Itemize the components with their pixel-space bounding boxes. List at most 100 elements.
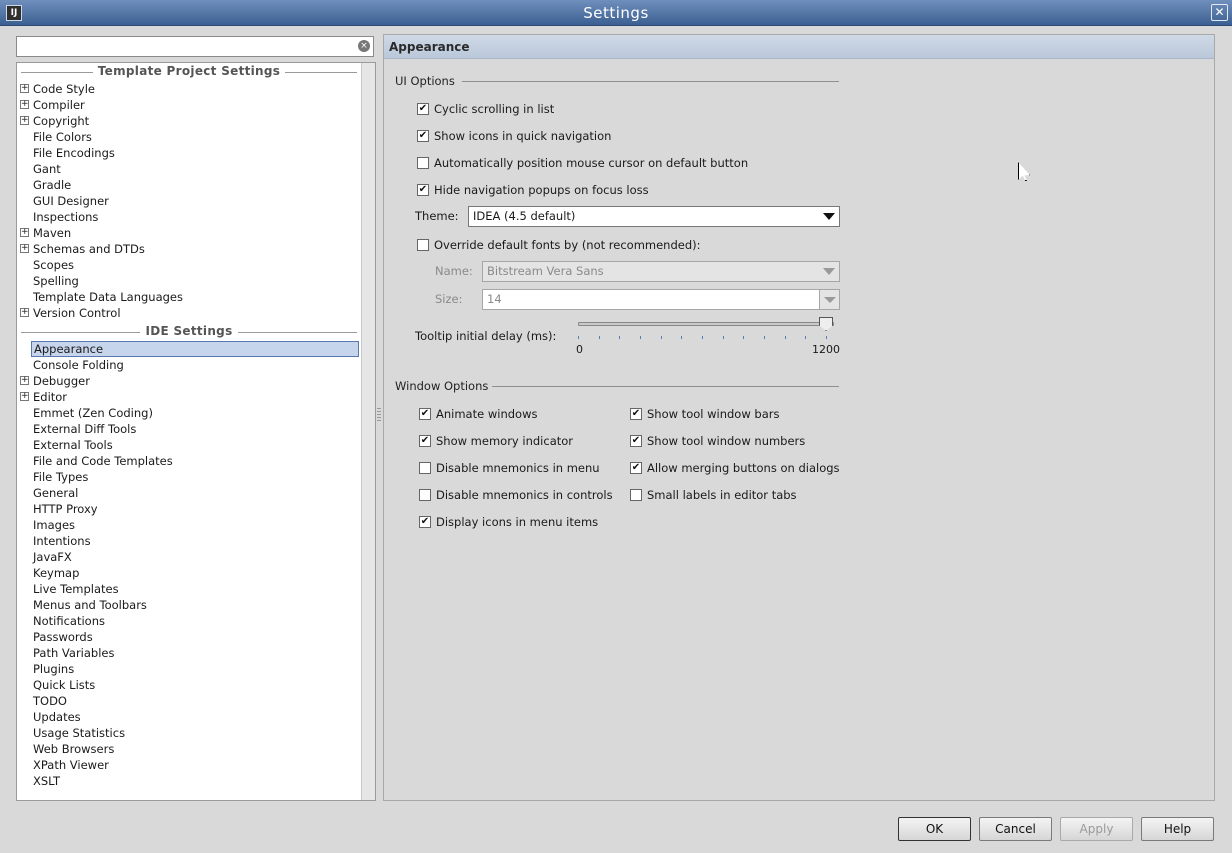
tree-item-appearance[interactable]: Appearance	[31, 341, 359, 357]
checkbox-box[interactable]	[419, 462, 431, 474]
checkbox-box[interactable]: ✔	[630, 408, 642, 420]
checkbox-box[interactable]	[417, 239, 429, 251]
tree-item-template-data-languages[interactable]: Template Data Languages	[31, 289, 187, 305]
tree-item-file-and-code-templates[interactable]: File and Code Templates	[31, 453, 177, 469]
tree-item-path-variables[interactable]: Path Variables	[31, 645, 118, 661]
checkbox-box[interactable]: ✔	[630, 462, 642, 474]
splitter-handle[interactable]	[377, 408, 381, 422]
tree-item-general[interactable]: General	[31, 485, 82, 501]
title-bar[interactable]: IJ Settings ✕	[0, 0, 1232, 26]
font-size-dropdown-button[interactable]	[819, 289, 840, 310]
font-name-dropdown[interactable]: Bitstream Vera Sans	[482, 261, 840, 282]
tree-item-usage-statistics[interactable]: Usage Statistics	[31, 725, 129, 741]
expand-plus-icon[interactable]: +	[20, 392, 29, 401]
cancel-button[interactable]: Cancel	[979, 817, 1052, 841]
tree-item-file-encodings[interactable]: File Encodings	[31, 145, 119, 161]
theme-label: Theme:	[415, 209, 459, 223]
tree-item-intentions[interactable]: Intentions	[31, 533, 95, 549]
slider-tick	[743, 336, 744, 339]
tree-item-javafx[interactable]: JavaFX	[31, 549, 76, 565]
tree-item-debugger[interactable]: Debugger	[31, 373, 94, 389]
tree-item-editor[interactable]: Editor	[31, 389, 71, 405]
tooltip-delay-label: Tooltip initial delay (ms):	[415, 329, 557, 343]
tree-item-maven[interactable]: Maven	[31, 225, 75, 241]
settings-search-input[interactable]	[19, 37, 349, 56]
tree-item-external-tools[interactable]: External Tools	[31, 437, 117, 453]
slider-tick	[723, 336, 724, 339]
tree-item-scopes[interactable]: Scopes	[31, 257, 78, 273]
tree-item-xpath-viewer[interactable]: XPath Viewer	[31, 757, 113, 773]
font-name-value: Bitstream Vera Sans	[487, 264, 604, 278]
tree-item-http-proxy[interactable]: HTTP Proxy	[31, 501, 102, 517]
checkbox-box[interactable]: ✔	[419, 435, 431, 447]
slider-tick	[681, 336, 682, 339]
checkbox-box[interactable]	[419, 489, 431, 501]
tree-item-file-colors[interactable]: File Colors	[31, 129, 96, 145]
tree-item-updates[interactable]: Updates	[31, 709, 85, 725]
checkbox-box[interactable]	[417, 157, 429, 169]
tree-item-plugins[interactable]: Plugins	[31, 661, 78, 677]
tree-item-copyright[interactable]: Copyright	[31, 113, 93, 129]
tree-item-console-folding[interactable]: Console Folding	[31, 357, 128, 373]
tree-item-todo[interactable]: TODO	[31, 693, 71, 709]
expand-plus-icon[interactable]: +	[20, 84, 29, 93]
tree-item-quick-lists[interactable]: Quick Lists	[31, 677, 99, 693]
expand-plus-icon[interactable]: +	[20, 308, 29, 317]
slider-tick	[826, 336, 827, 339]
checkbox-box[interactable]: ✔	[419, 408, 431, 420]
tree-item-gant[interactable]: Gant	[31, 161, 65, 177]
checkbox-box[interactable]: ✔	[630, 435, 642, 447]
expand-plus-icon[interactable]: +	[20, 116, 29, 125]
chevron-down-icon	[823, 268, 835, 275]
chevron-down-icon	[823, 213, 835, 220]
theme-selected-value: IDEA (4.5 default)	[473, 209, 576, 223]
expand-plus-icon[interactable]: +	[20, 228, 29, 237]
tree-item-web-browsers[interactable]: Web Browsers	[31, 741, 118, 757]
tree-item-file-types[interactable]: File Types	[31, 469, 92, 485]
tree-item-gui-designer[interactable]: GUI Designer	[31, 193, 113, 209]
tree-item-notifications[interactable]: Notifications	[31, 613, 109, 629]
tree-item-images[interactable]: Images	[31, 517, 79, 533]
tree-item-schemas-and-dtds[interactable]: Schemas and DTDs	[31, 241, 149, 257]
window-options-group-title: Window Options	[395, 379, 489, 393]
tree-item-passwords[interactable]: Passwords	[31, 629, 97, 645]
slider-tick	[640, 336, 641, 339]
tree-item-menus-and-toolbars[interactable]: Menus and Toolbars	[31, 597, 151, 613]
tree-item-code-style[interactable]: Code Style	[31, 81, 99, 97]
window-title: Settings	[583, 4, 649, 22]
help-button[interactable]: Help	[1141, 817, 1214, 841]
tree-item-emmet-zen-coding[interactable]: Emmet (Zen Coding)	[31, 405, 157, 421]
clear-search-icon[interactable]: ×	[358, 40, 370, 52]
theme-dropdown[interactable]: IDEA (4.5 default)	[468, 206, 840, 227]
slider-track[interactable]	[578, 322, 834, 326]
tooltip-max-label: 1200	[812, 343, 840, 356]
tree-item-external-diff-tools[interactable]: External Diff Tools	[31, 421, 140, 437]
tree-item-xslt[interactable]: XSLT	[31, 773, 64, 789]
ui-options-group-title: UI Options	[395, 74, 455, 88]
close-icon[interactable]: ✕	[1211, 4, 1228, 21]
font-size-field[interactable]: 14	[482, 289, 820, 310]
checkbox-box[interactable]	[630, 489, 642, 501]
tree-scrollbar[interactable]	[361, 63, 375, 800]
checkbox-box[interactable]: ✔	[417, 184, 429, 196]
slider-tick	[599, 336, 600, 339]
checkbox-box[interactable]: ✔	[417, 103, 429, 115]
checkbox-box[interactable]: ✔	[417, 130, 429, 142]
slider-thumb[interactable]	[819, 317, 833, 331]
expand-plus-icon[interactable]: +	[20, 376, 29, 385]
tree-item-keymap[interactable]: Keymap	[31, 565, 83, 581]
checkbox-box[interactable]: ✔	[419, 516, 431, 528]
tree-item-compiler[interactable]: Compiler	[31, 97, 89, 113]
settings-dialog: IJ Settings ✕ × Template Project Setting…	[0, 0, 1232, 853]
ui-options-divider	[462, 81, 839, 82]
tree-item-version-control[interactable]: Version Control	[31, 305, 125, 321]
apply-button[interactable]: Apply	[1060, 817, 1133, 841]
expand-plus-icon[interactable]: +	[20, 244, 29, 253]
expand-plus-icon[interactable]: +	[20, 100, 29, 109]
tree-item-gradle[interactable]: Gradle	[31, 177, 75, 193]
tree-item-spelling[interactable]: Spelling	[31, 273, 83, 289]
slider-tick	[578, 336, 579, 339]
ok-button[interactable]: OK	[898, 817, 971, 841]
tree-item-inspections[interactable]: Inspections	[31, 209, 102, 225]
tree-item-live-templates[interactable]: Live Templates	[31, 581, 123, 597]
